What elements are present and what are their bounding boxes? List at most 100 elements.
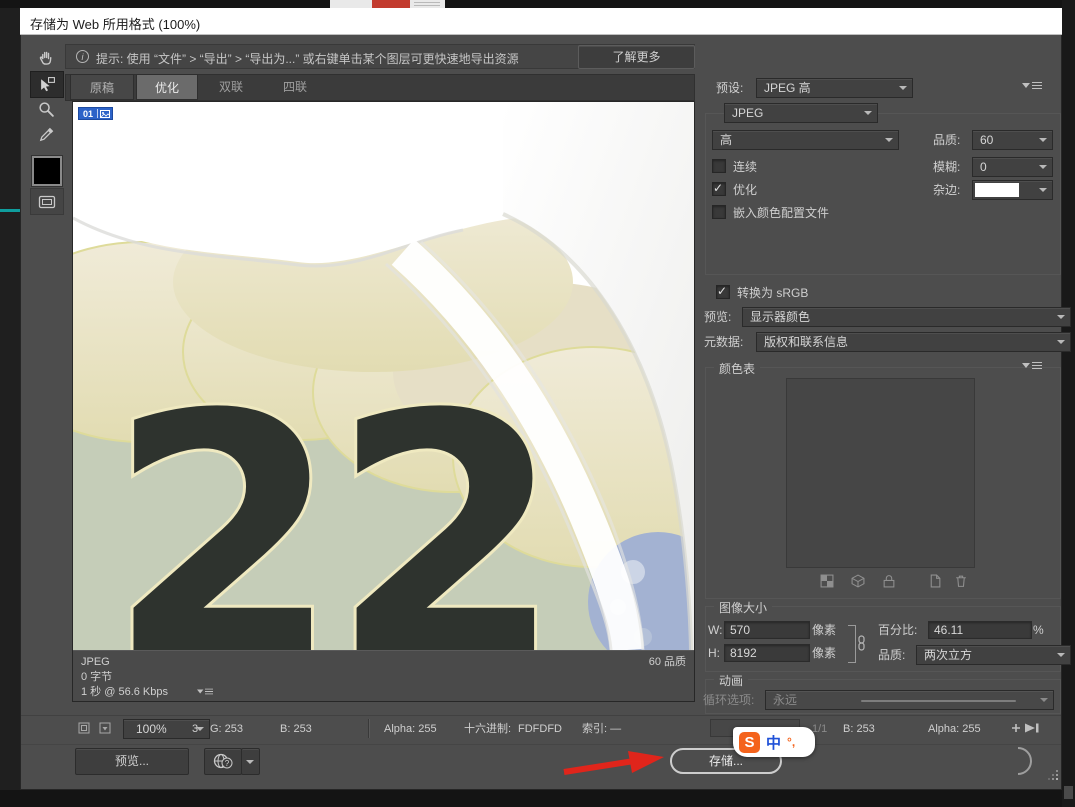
tab-original[interactable]: 原稿 <box>70 74 134 100</box>
resample-value: 两次立方 <box>924 648 972 662</box>
b-readout-dup: B: 253 <box>843 722 875 736</box>
optimized-label: 优化 <box>733 183 757 197</box>
preview-in-browser-button[interactable]: 预览... <box>75 748 189 775</box>
hand-tool-button[interactable] <box>30 45 62 70</box>
link-dimensions-bracket <box>848 625 856 663</box>
toggle-slices-visibility-button[interactable] <box>30 188 64 215</box>
height-input[interactable]: 8192 <box>724 644 810 662</box>
dialog-title-bar[interactable]: 存储为 Web 所用格式 (100%) <box>20 8 1062 35</box>
foreground-color-swatch[interactable] <box>32 156 62 186</box>
lock-color-icon[interactable] <box>882 574 896 593</box>
color-table-swatch-area[interactable] <box>786 378 975 568</box>
new-color-icon[interactable] <box>928 574 942 593</box>
optimized-checkbox[interactable] <box>712 182 726 196</box>
quality-readout: 60 品质 <box>649 655 686 669</box>
zoom-tool-button[interactable] <box>30 97 62 122</box>
artwork-canvas: 22 <box>73 102 694 650</box>
next-frame-icon[interactable] <box>1008 721 1042 735</box>
blur-dropdown[interactable]: 0 <box>972 157 1053 177</box>
preview-mode-dropdown[interactable]: 显示器颜色 <box>742 307 1071 327</box>
loop-options-dropdown: 永远 <box>765 690 1054 710</box>
srgb-label: 转换为 sRGB <box>737 286 808 300</box>
zoom-level-value: 100% <box>136 720 167 738</box>
format-dropdown[interactable]: JPEG <box>724 103 878 123</box>
learn-more-button[interactable]: 了解更多 <box>578 45 695 69</box>
g-readout: G: 253 <box>210 722 243 736</box>
link-chain-icon[interactable] <box>857 635 866 651</box>
tip-text: 提示: 使用 “文件” > “导出” > “导出为...” 或右键单击某个图层可… <box>96 50 519 67</box>
tab-four-up[interactable]: 四联 <box>264 74 326 100</box>
ime-punctuation-toggle[interactable]: °, <box>787 735 795 749</box>
ime-logo[interactable]: S <box>739 732 760 753</box>
chevron-down-icon <box>1039 165 1047 169</box>
ime-toolbar[interactable]: S 中 °, <box>733 727 815 757</box>
eyedropper-tool-button[interactable] <box>30 122 62 147</box>
format-value: JPEG <box>732 106 763 120</box>
tab-two-up[interactable]: 双联 <box>200 74 262 100</box>
hex-label: 十六进制: <box>464 722 511 736</box>
preset-value: JPEG 高 <box>764 81 811 95</box>
hand-icon <box>38 49 55 66</box>
tab-optimized[interactable]: 优化 <box>136 74 198 100</box>
image-size-title: 图像大小 <box>714 599 772 616</box>
preview-image-area[interactable]: 22 01 <box>73 102 694 650</box>
srgb-checkbox[interactable] <box>716 285 730 299</box>
metadata-dropdown[interactable]: 版权和联系信息 <box>756 332 1071 352</box>
blur-value: 0 <box>980 160 987 174</box>
percent-input[interactable]: 46.11 <box>928 621 1032 639</box>
pages-icon[interactable] <box>78 722 90 734</box>
quality-label: 品质: <box>933 133 960 147</box>
browser-select-button[interactable]: ? <box>204 748 242 775</box>
chevron-down-icon <box>1057 340 1065 344</box>
preset-label: 预设: <box>716 81 743 95</box>
width-unit-label: 像素 <box>812 623 836 637</box>
compression-dropdown[interactable]: 高 <box>712 130 899 150</box>
preset-menu-icon[interactable] <box>1022 82 1042 89</box>
progressive-checkbox[interactable] <box>712 159 726 173</box>
scrollbar-thumb[interactable] <box>1064 786 1073 799</box>
delete-color-icon[interactable] <box>954 574 968 593</box>
quality-dropdown[interactable]: 60 <box>972 130 1053 150</box>
progressive-label: 连续 <box>733 160 757 174</box>
b-readout: B: 253 <box>280 722 312 736</box>
preview-mode-label: 预览: <box>704 310 731 324</box>
matte-dropdown[interactable] <box>972 180 1053 200</box>
blur-label: 模糊: <box>933 160 960 174</box>
chevron-down-icon <box>899 86 907 90</box>
slice-image-icon <box>100 110 110 118</box>
matte-swatch <box>975 183 1019 197</box>
height-unit-label: 像素 <box>812 646 836 660</box>
artwork-digits: 22 <box>107 344 553 650</box>
ime-mode-toggle[interactable]: 中 <box>766 732 781 753</box>
color-table-menu-icon[interactable] <box>1022 362 1042 369</box>
page-arrow-icon[interactable] <box>99 722 111 734</box>
width-input[interactable]: 570 <box>724 621 810 639</box>
embed-profile-checkbox[interactable] <box>712 205 726 219</box>
chevron-down-icon <box>1057 315 1065 319</box>
r-readout: 3 <box>192 722 198 736</box>
web-shift-icon[interactable] <box>851 574 865 593</box>
chevron-down-icon <box>246 760 254 764</box>
resize-grip[interactable] <box>1044 766 1046 768</box>
download-rate-menu-icon[interactable] <box>197 689 213 695</box>
browser-select-arrow[interactable] <box>241 748 260 775</box>
chevron-down-icon <box>1040 698 1048 702</box>
preset-dropdown[interactable]: JPEG 高 <box>756 78 913 98</box>
matte-label: 杂边: <box>933 183 960 197</box>
svg-text:?: ? <box>225 759 230 768</box>
screen: 存储为 Web 所用格式 (100%) i 提示: 使用 “文件” > “导出”… <box>0 0 1075 807</box>
slice-number: 01 <box>81 109 95 119</box>
loop-options-value: 永远 <box>773 693 797 707</box>
slice-badge: 01 <box>78 107 113 120</box>
eyedropper-icon <box>38 126 55 143</box>
annotation-arrow <box>560 748 670 776</box>
embed-profile-label: 嵌入颜色配置文件 <box>733 206 829 220</box>
background-thumbnail-lines <box>414 2 440 7</box>
preview-mode-value: 显示器颜色 <box>750 310 810 324</box>
index-readout: 索引: — <box>582 722 621 736</box>
ghost-button-arc <box>1012 746 1042 776</box>
slice-select-tool-button[interactable] <box>30 71 64 98</box>
alpha-readout-dup: Alpha: 255 <box>928 722 981 736</box>
transparency-map-icon[interactable] <box>820 574 834 593</box>
resample-dropdown[interactable]: 两次立方 <box>916 645 1071 665</box>
